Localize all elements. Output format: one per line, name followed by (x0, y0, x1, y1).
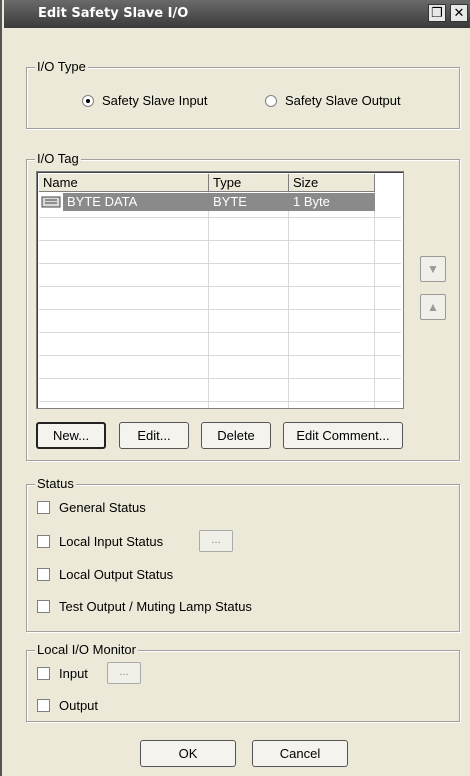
delete-button[interactable]: Delete (201, 422, 271, 449)
safety-slave-output-label: Safety Slave Output (285, 93, 401, 108)
column-header-name[interactable]: Name (39, 174, 209, 192)
window-title: Edit Safety Slave I/O (38, 6, 189, 21)
radio-unselected-icon (265, 94, 277, 107)
monitor-input-label: Input (59, 666, 88, 681)
cancel-button[interactable]: Cancel (252, 740, 348, 767)
checkbox-box (37, 667, 50, 680)
local-output-status-label: Local Output Status (59, 567, 174, 582)
edit-comment-button[interactable]: Edit Comment... (283, 422, 403, 449)
test-output-status-label: Test Output / Muting Lamp Status (59, 599, 252, 614)
general-status-label: General Status (59, 500, 146, 515)
tag-icon (41, 196, 61, 208)
column-header-type[interactable]: Type (209, 174, 289, 192)
row-divider (39, 378, 401, 379)
edit-button[interactable]: Edit... (119, 422, 189, 449)
restore-icon[interactable]: ❐ (428, 4, 446, 22)
column-header-size[interactable]: Size (289, 174, 375, 192)
checkbox-box (37, 568, 50, 581)
row-divider (39, 401, 401, 402)
io-tag-legend: I/O Tag (35, 151, 81, 166)
row-divider (39, 309, 401, 310)
checkbox-box (37, 699, 50, 712)
monitor-output-label: Output (59, 698, 99, 713)
status-legend: Status (35, 476, 76, 491)
row-divider (39, 332, 401, 333)
column-divider (288, 192, 289, 408)
test-output-status-checkbox[interactable]: Test Output / Muting Lamp Status (37, 599, 252, 614)
column-divider (208, 192, 209, 408)
row-divider (39, 263, 401, 264)
io-type-legend: I/O Type (35, 59, 88, 74)
monitor-input-ellipsis-button[interactable]: ... (107, 662, 141, 684)
monitor-input-checkbox[interactable]: Input (37, 666, 88, 681)
monitor-output-checkbox[interactable]: Output (37, 698, 98, 713)
row-divider (39, 217, 401, 218)
column-divider (374, 192, 375, 408)
local-input-status-checkbox[interactable]: Local Input Status (37, 534, 163, 549)
safety-slave-output-radio[interactable]: Safety Slave Output (265, 93, 401, 108)
radio-selected-icon (82, 94, 94, 107)
close-icon[interactable]: ✕ (450, 4, 468, 22)
row-type-cell: BYTE (209, 193, 289, 211)
ok-button[interactable]: OK (140, 740, 236, 767)
safety-slave-input-label: Safety Slave Input (102, 93, 208, 108)
checkbox-box (37, 535, 50, 548)
row-divider (39, 286, 401, 287)
local-input-status-label: Local Input Status (59, 534, 164, 549)
table-row[interactable]: BYTE DATA BYTE 1 Byte (39, 193, 375, 211)
local-input-status-ellipsis-button[interactable]: ... (199, 530, 233, 552)
row-name-cell: BYTE DATA (63, 193, 209, 211)
title-bar[interactable]: Edit Safety Slave I/O ❐ ✕ (4, 0, 470, 28)
local-output-status-checkbox[interactable]: Local Output Status (37, 567, 173, 582)
checkbox-box (37, 600, 50, 613)
local-io-monitor-legend: Local I/O Monitor (35, 642, 138, 657)
row-divider (39, 355, 401, 356)
io-type-group: I/O Type Safety Slave Input Safety Slave… (26, 59, 460, 129)
safety-slave-input-radio[interactable]: Safety Slave Input (82, 93, 208, 108)
move-up-button[interactable]: ▲ (420, 294, 446, 320)
row-size-cell: 1 Byte (289, 193, 375, 211)
checkbox-box (37, 501, 50, 514)
io-tag-list[interactable]: Name Type Size BYTE DATA BYTE 1 Byte (36, 171, 404, 409)
move-down-button[interactable]: ▼ (420, 256, 446, 282)
row-divider (39, 240, 401, 241)
new-button[interactable]: New... (36, 422, 106, 449)
dialog-window: Edit Safety Slave I/O ❐ ✕ I/O Type Safet… (0, 0, 470, 776)
general-status-checkbox[interactable]: General Status (37, 500, 146, 515)
